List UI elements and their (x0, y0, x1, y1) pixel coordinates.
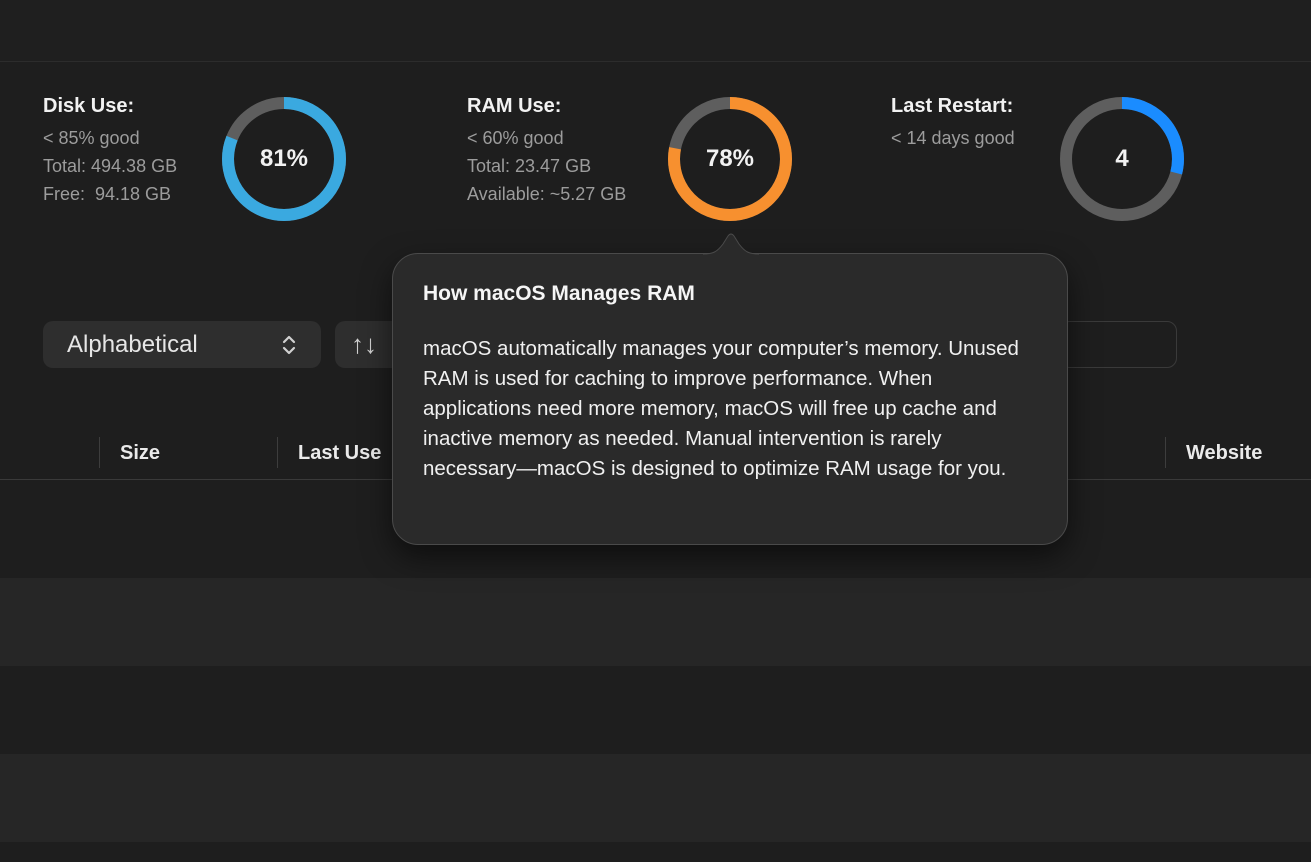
disk-free: Free: 94.18 GB (43, 184, 172, 204)
ram-info-popover: How macOS Manages RAM macOS automaticall… (392, 253, 1068, 545)
search-input[interactable] (1060, 321, 1177, 368)
last-restart-days: 4 (1115, 145, 1129, 172)
last-restart-title: Last Restart: (891, 95, 1014, 117)
popover-arrow-icon (703, 233, 759, 255)
ram-total: Total: 23.47 GB (467, 156, 592, 176)
disk-use-title: Disk Use: (43, 95, 135, 117)
ram-use-percent: 78% (705, 145, 755, 172)
ram-use-title: RAM Use: (467, 95, 562, 117)
chevron-updown-icon (282, 335, 296, 354)
ram-use-info: RAM Use: < 60% good Total: 23.47 GB Avai… (467, 95, 626, 208)
table-row[interactable] (0, 754, 1311, 842)
popover-body: macOS automatically manages your compute… (423, 337, 1019, 480)
sort-dropdown[interactable]: Alphabetical (43, 321, 321, 368)
ram-use-gauge[interactable]: 78% (666, 95, 794, 223)
last-restart-threshold: < 14 days good (891, 128, 1015, 148)
column-separator[interactable] (277, 437, 278, 468)
popover-title: How macOS Manages RAM (423, 282, 695, 305)
table-row[interactable] (0, 666, 1311, 754)
column-header-size[interactable]: Size (120, 436, 160, 470)
ram-available: Available: ~5.27 GB (467, 184, 627, 204)
disk-use-percent: 81% (259, 145, 309, 172)
window-titlebar[interactable] (0, 0, 1311, 62)
sort-order-icon: ↑↓ (351, 329, 377, 359)
column-header-last-use[interactable]: Last Use (298, 436, 381, 470)
table-row[interactable] (0, 578, 1311, 666)
table-row[interactable] (0, 842, 1311, 862)
disk-use-info: Disk Use: < 85% good Total: 494.38 GB Fr… (43, 95, 177, 208)
ram-use-threshold: < 60% good (467, 128, 564, 148)
disk-total: Total: 494.38 GB (43, 156, 178, 176)
last-restart-gauge: 4 (1058, 95, 1186, 223)
column-separator[interactable] (1165, 437, 1166, 468)
last-restart-info: Last Restart: < 14 days good (891, 95, 1015, 152)
column-separator[interactable] (99, 437, 100, 468)
column-header-website[interactable]: Website (1186, 436, 1262, 470)
disk-use-threshold: < 85% good (43, 128, 140, 148)
sort-dropdown-label: Alphabetical (67, 330, 198, 358)
disk-use-gauge: 81% (220, 95, 348, 223)
